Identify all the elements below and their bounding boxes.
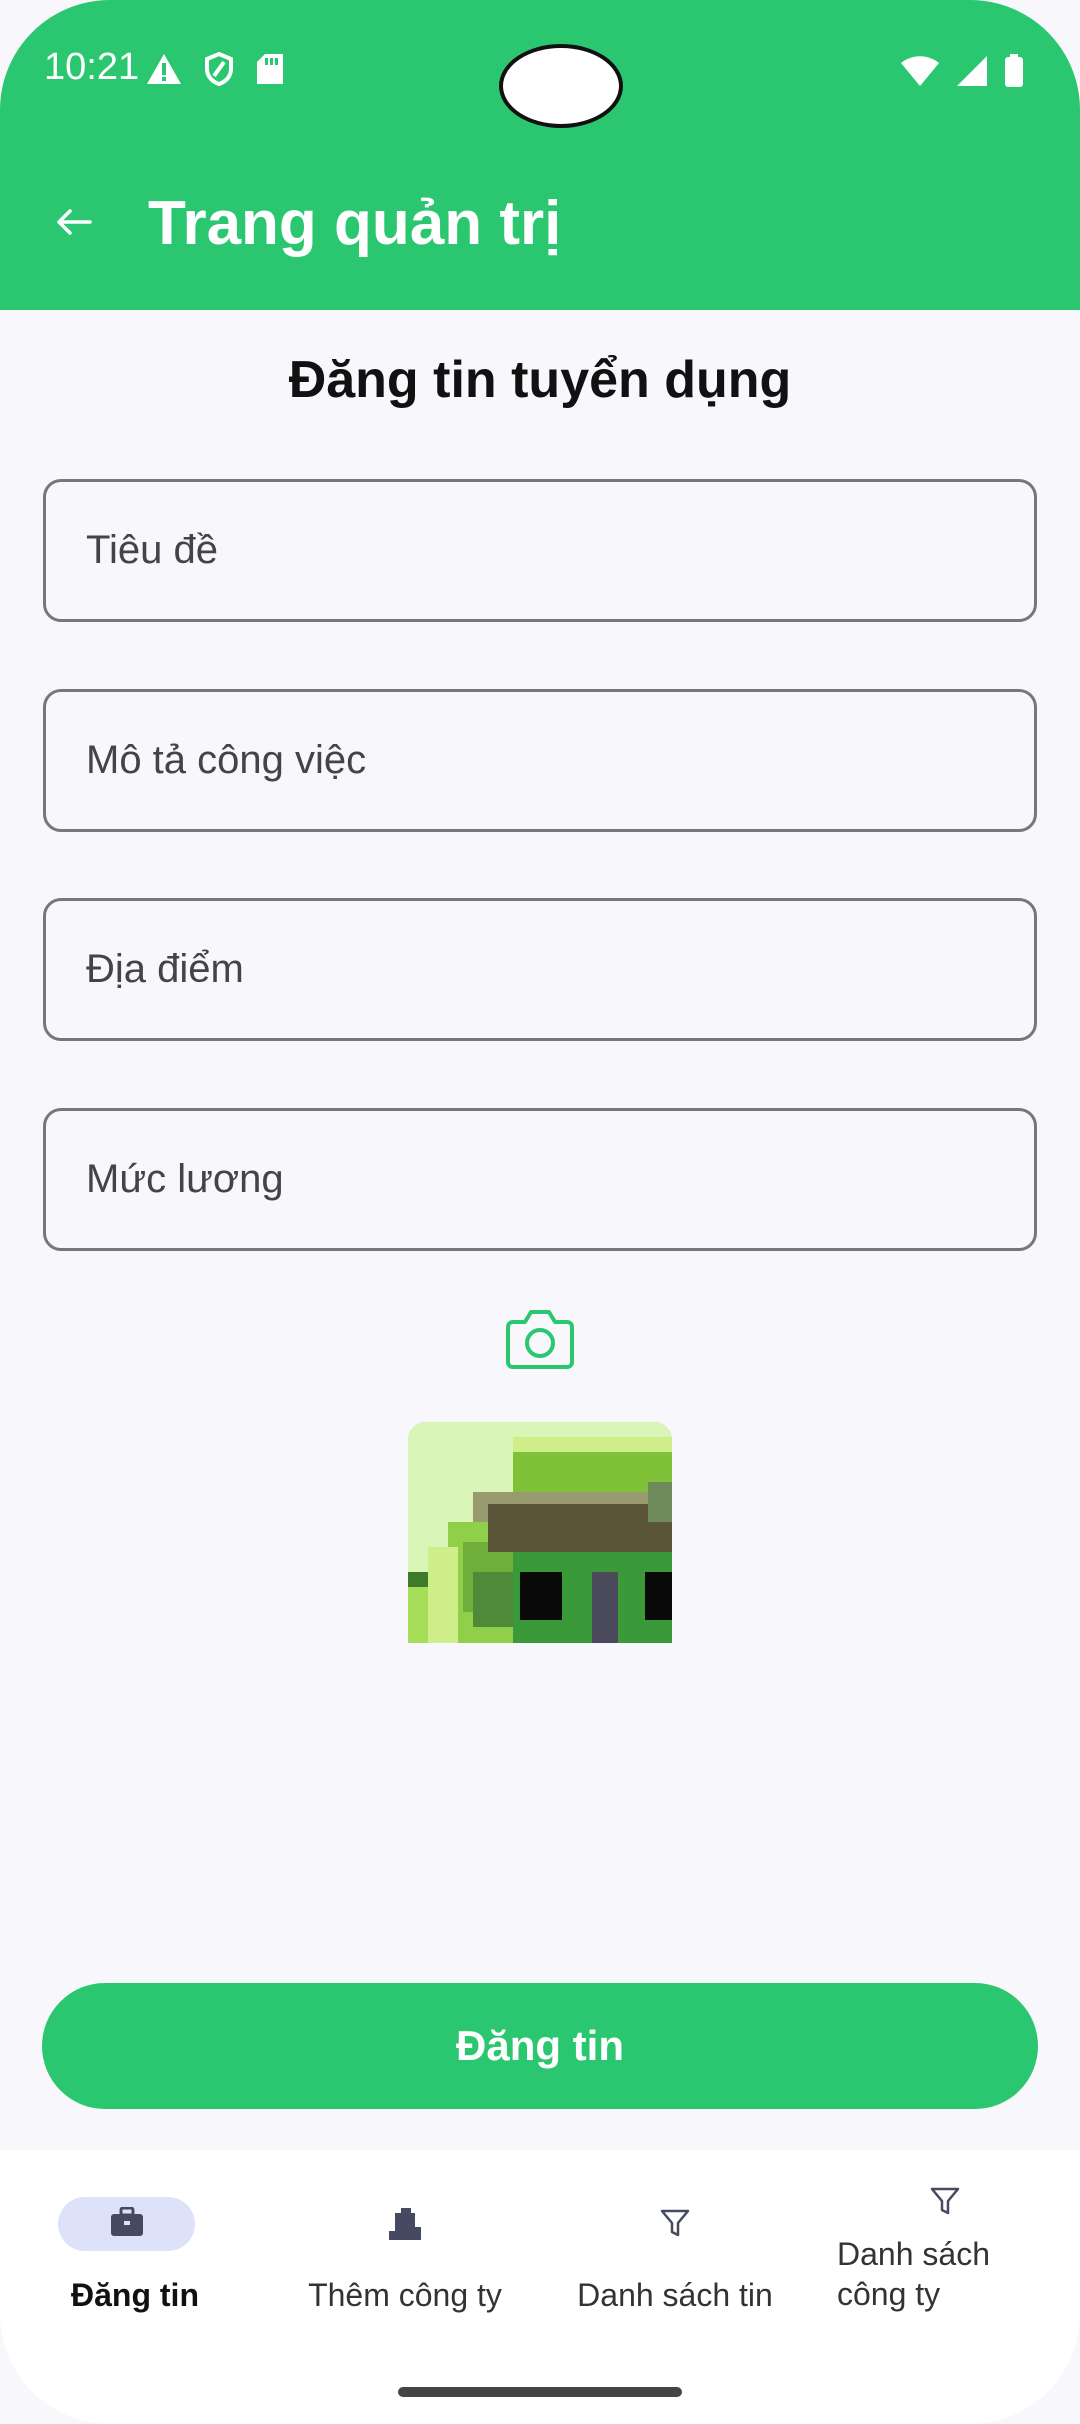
phone-screen: 10:21 Trang quản trị Đăng tin tuyển dụng… — [0, 0, 1080, 2424]
building-icon — [387, 2207, 423, 2246]
nav-label-post-list: Danh sách tin — [577, 2277, 773, 2313]
nav-active-indicator — [58, 2197, 195, 2251]
nav-item-post[interactable]: Đăng tin — [0, 2150, 270, 2360]
status-right-icons — [900, 54, 1024, 93]
status-bar: 10:21 — [0, 0, 1080, 140]
job-description-field[interactable] — [43, 689, 1037, 832]
location-input[interactable] — [46, 901, 1034, 1038]
back-button[interactable] — [48, 198, 100, 250]
arrow-left-icon — [56, 208, 92, 241]
nav-label-add-company: Thêm công ty — [308, 2277, 502, 2313]
nav-item-add-company[interactable]: Thêm công ty — [270, 2150, 540, 2360]
sd-card-icon — [256, 53, 284, 90]
status-time: 10:21 — [44, 46, 140, 88]
job-description-input[interactable] — [46, 692, 1034, 829]
title-input[interactable] — [46, 482, 1034, 619]
submit-post-button[interactable]: Đăng tin — [42, 1983, 1038, 2109]
status-left-icons — [146, 51, 284, 91]
bottom-navigation: Đăng tin Thêm công ty Danh sách tin Danh… — [0, 2150, 1080, 2424]
filter-icon — [660, 2208, 690, 2243]
app-title: Trang quản trị — [148, 189, 562, 258]
app-bar: Trang quản trị — [0, 140, 1080, 310]
selected-image-preview — [408, 1422, 672, 1643]
camera-icon[interactable] — [505, 1308, 575, 1370]
signal-icon — [956, 55, 988, 92]
front-camera-cutout — [499, 44, 623, 128]
salary-input[interactable] — [46, 1111, 1034, 1248]
battery-icon — [1004, 54, 1024, 93]
filter-icon — [930, 2186, 960, 2221]
briefcase-icon — [110, 2206, 144, 2242]
wifi-icon — [900, 55, 940, 92]
warning-icon — [146, 53, 182, 90]
nav-item-company-list[interactable]: Danh sách công ty — [810, 2150, 1080, 2360]
home-indicator[interactable] — [398, 2387, 682, 2397]
nav-item-post-list[interactable]: Danh sách tin — [540, 2150, 810, 2360]
page-title: Đăng tin tuyển dụng — [288, 351, 792, 409]
nav-label-post: Đăng tin — [71, 2277, 199, 2313]
location-field[interactable] — [43, 898, 1037, 1041]
shield-icon — [204, 51, 234, 91]
title-field[interactable] — [43, 479, 1037, 622]
salary-field[interactable] — [43, 1108, 1037, 1251]
nav-label-company-list: Danh sách công ty — [837, 2236, 990, 2312]
